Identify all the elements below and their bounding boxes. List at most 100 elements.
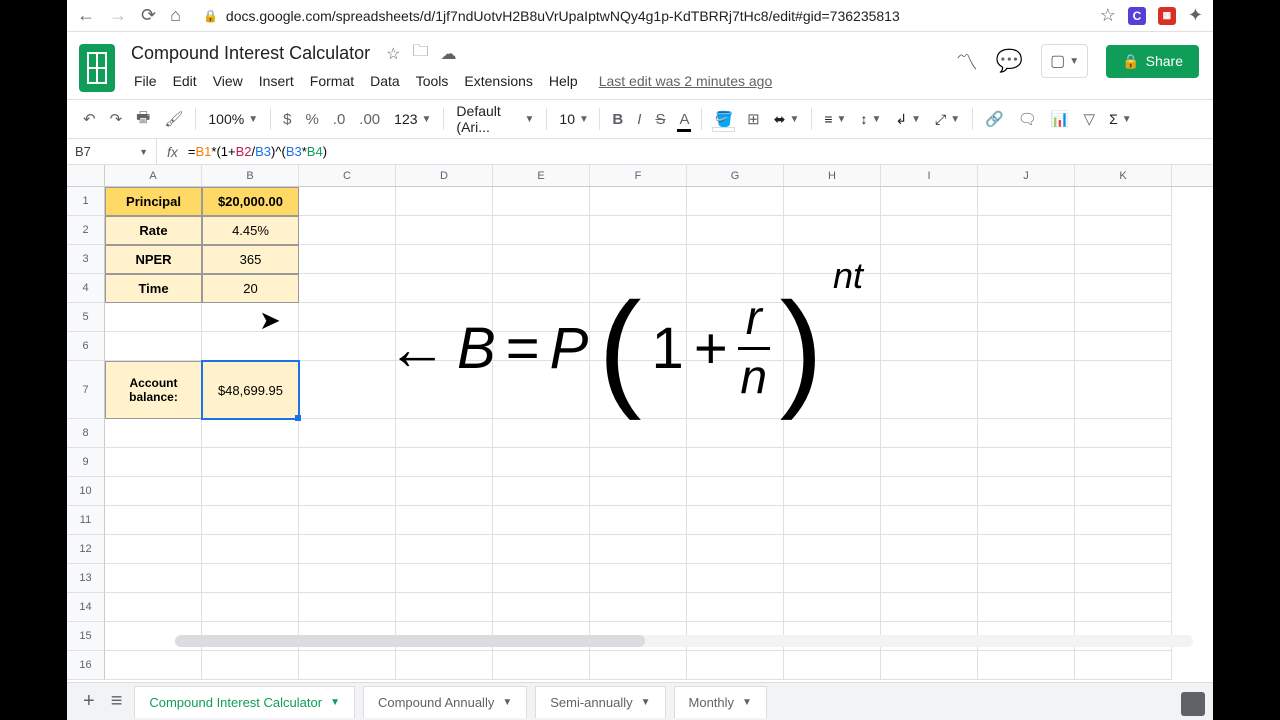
row-header[interactable]: 8 [67,419,105,448]
cell[interactable]: 365 [202,245,299,274]
last-edit[interactable]: Last edit was 2 minutes ago [599,73,773,89]
cloud-icon[interactable]: ☁ [440,44,456,64]
cell[interactable] [493,419,590,448]
cell[interactable] [978,593,1075,622]
cell[interactable] [1075,419,1172,448]
cell[interactable] [784,216,881,245]
cell[interactable] [299,535,396,564]
cell[interactable] [1075,187,1172,216]
cell[interactable] [202,593,299,622]
cell[interactable] [202,477,299,506]
cell[interactable] [299,303,396,332]
cell[interactable] [299,564,396,593]
bold-icon[interactable]: B [606,107,629,132]
cell[interactable]: Principal [105,187,202,216]
menu-file[interactable]: File [127,69,164,93]
undo-icon[interactable]: ↶ [77,106,102,132]
cell[interactable] [105,448,202,477]
percent-icon[interactable]: % [299,107,324,132]
cell[interactable] [105,651,202,680]
cell[interactable] [881,593,978,622]
cell[interactable] [1075,506,1172,535]
cell[interactable] [1075,593,1172,622]
cell[interactable] [590,506,687,535]
cell[interactable] [881,361,978,419]
cell[interactable] [202,419,299,448]
cell[interactable] [202,506,299,535]
filter-icon[interactable]: ▽ [1078,106,1102,132]
cell[interactable] [1075,448,1172,477]
cell[interactable] [687,564,784,593]
fill-color-icon[interactable]: 🪣 [708,106,739,132]
back-icon[interactable]: ← [77,5,95,26]
cell[interactable] [105,506,202,535]
cell[interactable] [978,361,1075,419]
formula-bar[interactable]: =B1*(1+B2/B3)^(B3*B4) [188,144,327,160]
cell[interactable] [299,419,396,448]
cell[interactable]: $20,000.00 [202,187,299,216]
horizontal-scrollbar[interactable] [175,635,1193,647]
cell[interactable] [493,506,590,535]
cell[interactable] [978,274,1075,303]
functions-icon[interactable]: Σ▼ [1103,107,1138,131]
cell[interactable] [1075,332,1172,361]
row-header[interactable]: 4 [67,274,105,303]
forward-icon[interactable]: → [109,5,127,26]
wrap-icon[interactable]: ↲▼ [889,107,927,132]
decrease-decimal-icon[interactable]: .0 [327,107,352,132]
cell[interactable] [978,216,1075,245]
cell[interactable] [396,564,493,593]
cell[interactable] [493,564,590,593]
cell[interactable] [396,477,493,506]
activity-icon[interactable]: 〽 [956,45,978,77]
cell[interactable] [105,564,202,593]
halign-icon[interactable]: ≡▼ [818,107,852,131]
font-size-select[interactable]: 10▼ [553,107,593,131]
cell[interactable] [784,564,881,593]
strike-icon[interactable]: S [649,107,671,132]
cell[interactable] [590,593,687,622]
cell[interactable] [687,477,784,506]
cell[interactable] [881,535,978,564]
row-header[interactable]: 16 [67,651,105,680]
cell[interactable] [784,506,881,535]
cell[interactable] [396,187,493,216]
cell[interactable] [881,332,978,361]
cell[interactable]: 4.45% [202,216,299,245]
cell[interactable] [978,303,1075,332]
menu-format[interactable]: Format [303,69,361,93]
cell[interactable] [687,216,784,245]
col-header[interactable]: I [881,165,978,186]
explore-icon[interactable] [1181,692,1205,716]
cell[interactable] [1075,535,1172,564]
menu-data[interactable]: Data [363,69,407,93]
cell[interactable] [590,245,687,274]
cell[interactable] [493,477,590,506]
cell[interactable] [784,187,881,216]
cell[interactable] [105,535,202,564]
cell-selected[interactable]: $48,699.95 [202,361,299,419]
cell[interactable] [978,651,1075,680]
present-button[interactable]: ▢▼ [1041,44,1088,78]
cell[interactable] [202,564,299,593]
row-header[interactable]: 1 [67,187,105,216]
cell[interactable] [687,419,784,448]
cell[interactable] [493,593,590,622]
row-header[interactable]: 11 [67,506,105,535]
cell[interactable] [105,593,202,622]
home-icon[interactable]: ⌂ [170,5,181,26]
cell[interactable] [299,274,396,303]
cell[interactable] [105,303,202,332]
cell[interactable] [590,651,687,680]
cell[interactable]: Account balance: [105,361,202,419]
star-doc-icon[interactable]: ☆ [386,44,400,64]
cell[interactable] [396,593,493,622]
cell[interactable] [299,187,396,216]
sheet-tab[interactable]: Monthly▼ [674,686,767,718]
cell[interactable] [1075,303,1172,332]
cell[interactable] [105,419,202,448]
valign-icon[interactable]: ↕▼ [854,107,887,131]
cell[interactable] [784,477,881,506]
cell[interactable] [396,216,493,245]
number-format-select[interactable]: 123▼ [388,107,437,131]
